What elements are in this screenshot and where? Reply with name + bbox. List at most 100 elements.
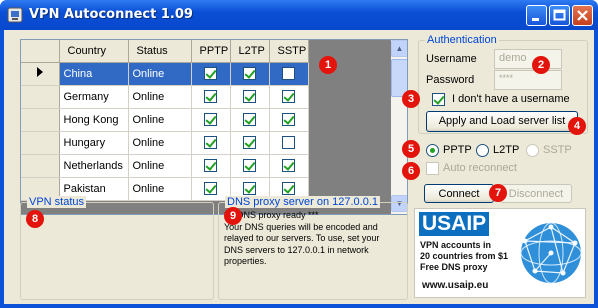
- pptp-checkbox[interactable]: [204, 90, 217, 103]
- pptp-radio[interactable]: [426, 144, 439, 157]
- annotation-badge: 2: [532, 56, 550, 74]
- minimize-icon: [532, 18, 539, 21]
- no-username-checkbox[interactable]: [432, 93, 445, 106]
- l2tp-checkbox[interactable]: [243, 113, 256, 126]
- cell-status[interactable]: Online: [128, 131, 192, 155]
- table-row[interactable]: Netherlands Online: [21, 154, 309, 178]
- close-button[interactable]: [572, 5, 593, 26]
- pptp-checkbox[interactable]: [204, 136, 217, 149]
- auto-reconnect-checkbox[interactable]: [426, 162, 439, 175]
- row-header[interactable]: [21, 85, 60, 109]
- dns-log-line: DNS servers to 127.0.0.1 in network: [224, 244, 369, 255]
- table-row[interactable]: Germany Online: [21, 85, 309, 109]
- l2tp-checkbox[interactable]: [243, 159, 256, 172]
- column-header-l2tp[interactable]: L2TP: [230, 40, 270, 63]
- cell-country[interactable]: Hungary: [59, 131, 129, 155]
- cell-l2tp[interactable]: [230, 85, 270, 109]
- l2tp-label: L2TP: [493, 144, 520, 156]
- sstp-checkbox[interactable]: [282, 90, 295, 103]
- cell-pptp[interactable]: [191, 85, 231, 109]
- cell-l2tp[interactable]: [230, 108, 270, 132]
- l2tp-radio[interactable]: [476, 144, 489, 157]
- pptp-checkbox[interactable]: [204, 182, 217, 195]
- cell-status[interactable]: Online: [128, 154, 192, 178]
- grid-corner-header: [21, 40, 60, 63]
- disconnect-button[interactable]: Disconnect: [500, 184, 572, 203]
- password-label: Password: [426, 74, 475, 86]
- cell-sstp[interactable]: [269, 108, 309, 132]
- connect-button[interactable]: Connect: [424, 184, 494, 203]
- cell-sstp[interactable]: [269, 62, 309, 86]
- minimize-button[interactable]: [526, 5, 547, 26]
- sstp-checkbox[interactable]: [282, 136, 295, 149]
- username-label: Username: [426, 53, 477, 65]
- pptp-checkbox[interactable]: [204, 159, 217, 172]
- cell-sstp[interactable]: [269, 85, 309, 109]
- cell-l2tp[interactable]: [230, 131, 270, 155]
- ad-line-1: VPN accounts in: [420, 240, 492, 250]
- grid-vertical-scrollbar[interactable]: ▲ ▼: [391, 40, 407, 214]
- annotation-badge: 9: [224, 207, 242, 225]
- ad-line-3: Free DNS proxy: [420, 262, 488, 272]
- scroll-up-arrow-icon[interactable]: ▲: [391, 40, 407, 57]
- cell-country[interactable]: China: [59, 62, 129, 86]
- table-row[interactable]: Hungary Online: [21, 131, 309, 155]
- sstp-checkbox[interactable]: [282, 113, 295, 126]
- row-header[interactable]: [21, 108, 60, 132]
- cell-pptp[interactable]: [191, 131, 231, 155]
- cell-status[interactable]: Online: [128, 177, 192, 201]
- table-row[interactable]: Hong Kong Online: [21, 108, 309, 132]
- ad-url[interactable]: www.usaip.eu: [422, 280, 488, 291]
- usaip-ad-banner[interactable]: USAIP VPN accounts in 20 countries from …: [414, 208, 586, 298]
- sstp-checkbox[interactable]: [282, 159, 295, 172]
- cell-country[interactable]: Hong Kong: [59, 108, 129, 132]
- cell-status[interactable]: Online: [128, 108, 192, 132]
- pptp-checkbox[interactable]: [204, 113, 217, 126]
- maximize-button[interactable]: [549, 5, 570, 26]
- annotation-badge: 8: [26, 210, 44, 228]
- sstp-checkbox[interactable]: [282, 182, 295, 195]
- cell-pptp[interactable]: [191, 154, 231, 178]
- sstp-radio[interactable]: [526, 144, 539, 157]
- close-icon: [577, 10, 588, 21]
- ad-line-2: 20 countries from $1: [420, 251, 509, 261]
- column-header-pptp[interactable]: PPTP: [191, 40, 231, 63]
- column-header-sstp[interactable]: SSTP: [269, 40, 309, 63]
- l2tp-checkbox[interactable]: [243, 182, 256, 195]
- cell-country[interactable]: Germany: [59, 85, 129, 109]
- cell-country[interactable]: Netherlands: [59, 154, 129, 178]
- dns-proxy-log: *** DNS proxy ready *** Your DNS queries…: [224, 210, 406, 268]
- dns-log-line: *** DNS proxy ready ***: [224, 210, 319, 220]
- row-header[interactable]: [21, 154, 60, 178]
- cell-sstp[interactable]: [269, 154, 309, 178]
- cell-sstp[interactable]: [269, 131, 309, 155]
- table-row[interactable]: China Online: [21, 62, 309, 86]
- usaip-logo: USAIP: [419, 212, 490, 236]
- apply-load-server-list-button[interactable]: Apply and Load server list: [426, 111, 578, 132]
- password-field[interactable]: ****: [494, 70, 562, 90]
- cell-status[interactable]: Online: [128, 85, 192, 109]
- no-username-label: I don't have a username: [452, 93, 570, 105]
- annotation-badge: 1: [319, 56, 337, 74]
- cell-l2tp[interactable]: [230, 154, 270, 178]
- server-grid[interactable]: Country Status PPTP L2TP SSTP China Onlin…: [20, 39, 408, 215]
- title-bar[interactable]: VPN Autoconnect 1.09: [0, 0, 598, 30]
- l2tp-checkbox[interactable]: [243, 90, 256, 103]
- annotation-badge: 7: [489, 184, 507, 202]
- cell-status[interactable]: Online: [128, 62, 192, 86]
- l2tp-checkbox[interactable]: [243, 136, 256, 149]
- sstp-checkbox[interactable]: [282, 67, 295, 80]
- cell-pptp[interactable]: [191, 108, 231, 132]
- l2tp-checkbox[interactable]: [243, 67, 256, 80]
- pptp-checkbox[interactable]: [204, 67, 217, 80]
- dns-log-line: Your DNS queries will be encoded and: [224, 221, 378, 232]
- column-header-country[interactable]: Country: [59, 40, 129, 63]
- row-header[interactable]: [21, 62, 60, 86]
- cell-l2tp[interactable]: [230, 62, 270, 86]
- column-header-status[interactable]: Status: [128, 40, 192, 63]
- pptp-label: PPTP: [443, 144, 472, 156]
- sstp-label: SSTP: [543, 144, 572, 156]
- username-field[interactable]: demo: [494, 49, 562, 69]
- cell-pptp[interactable]: [191, 62, 231, 86]
- row-header[interactable]: [21, 131, 60, 155]
